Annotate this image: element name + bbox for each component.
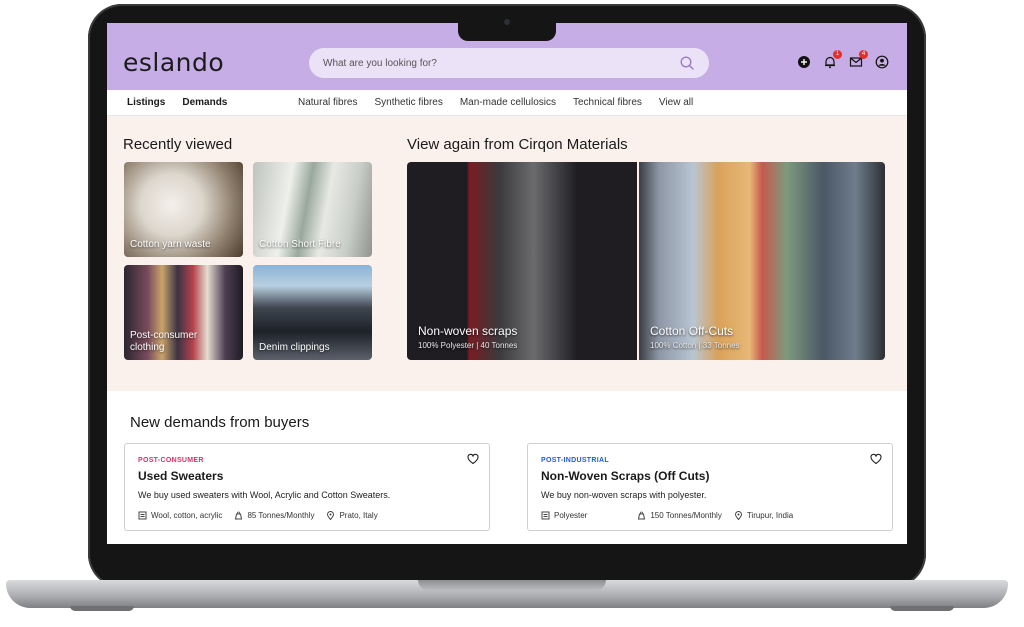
weight-icon — [235, 511, 243, 520]
favorite-heart-icon[interactable] — [870, 453, 882, 465]
demand-material: Wool, cotton, acrylic — [138, 511, 222, 520]
recent-item-label: Cotton yarn waste — [130, 239, 211, 250]
demand-location-value: Prato, Italy — [339, 511, 378, 520]
demand-category-tag: POST-INDUSTRIAL — [541, 457, 609, 464]
laptop-screen: eslando What are you looking for? 1 4 Li… — [107, 23, 907, 544]
camera-notch — [458, 23, 556, 41]
weight-icon — [638, 511, 646, 520]
view-again-item-label: Cotton Off-Cuts — [650, 324, 734, 338]
demand-quantity: 150 Tonnes/Monthly — [637, 511, 722, 520]
recent-item-denim-clippings[interactable]: Denim clippings — [253, 265, 372, 360]
notifications-button[interactable]: 1 — [823, 50, 842, 69]
demand-title: Used Sweaters — [138, 469, 224, 483]
laptop-foot-right — [890, 606, 954, 611]
user-account-icon[interactable] — [875, 55, 889, 69]
nav-categories: Natural fibres Synthetic fibres Man-made… — [298, 97, 693, 108]
search-icon[interactable] — [679, 55, 695, 71]
demand-material-value: Polyester — [554, 511, 588, 520]
view-again-item-details: 100% Polyester | 40 Tonnes — [418, 341, 518, 350]
notifications-badge: 1 — [833, 50, 842, 59]
search-input[interactable]: What are you looking for? — [323, 58, 679, 69]
header-actions: 1 4 — [797, 50, 889, 69]
view-again-non-woven-scraps[interactable]: Non-woven scraps 100% Polyester | 40 Ton… — [407, 162, 637, 360]
demands-title: New demands from buyers — [130, 414, 310, 431]
recent-section: Recently viewed View again from Cirqon M… — [107, 116, 907, 391]
recent-item-post-consumer-clothing[interactable]: Post-consumer clothing — [124, 265, 243, 360]
recent-item-label: Cotton Short Fibre — [259, 239, 341, 250]
nav-demands[interactable]: Demands — [182, 97, 227, 108]
material-icon — [541, 511, 550, 520]
recent-item-cotton-short-fibre[interactable]: Cotton Short Fibre — [253, 162, 372, 257]
demand-description: We buy non-woven scraps with polyester. — [541, 490, 707, 500]
laptop-base-notch — [418, 580, 606, 590]
demand-quantity: 85 Tonnes/Monthly — [234, 511, 314, 520]
messages-badge: 4 — [859, 50, 868, 59]
demand-quantity-value: 85 Tonnes/Monthly — [247, 511, 315, 520]
recent-item-label: Post-consumer clothing — [130, 330, 198, 353]
demand-material-value: Wool, cotton, acrylic — [151, 511, 223, 520]
nav-man-made-cellulosics[interactable]: Man-made cellulosics — [460, 97, 556, 108]
location-pin-icon — [327, 511, 335, 520]
demand-location-value: Tirupur, India — [746, 511, 794, 520]
demand-category-tag: POST-CONSUMER — [138, 457, 204, 464]
location-pin-icon — [734, 511, 742, 520]
demand-location: Prato, Italy — [326, 511, 378, 520]
demand-location: Tirupur, India — [734, 511, 793, 520]
view-again-title: View again from Cirqon Materials — [407, 136, 628, 153]
nav-synthetic-fibres[interactable]: Synthetic fibres — [374, 97, 442, 108]
demand-card-non-woven-scraps[interactable]: POST-INDUSTRIAL Non-Woven Scraps (Off Cu… — [527, 443, 893, 531]
favorite-heart-icon[interactable] — [467, 453, 479, 465]
recent-item-cotton-yarn-waste[interactable]: Cotton yarn waste — [124, 162, 243, 257]
laptop-foot-left — [70, 606, 134, 611]
view-again-item-details: 100% Cotton | 33 Tonnes — [650, 341, 740, 350]
site-logo[interactable]: eslando — [123, 48, 224, 77]
demand-meta: Polyester 150 Tonnes/Monthly Tirupur, In… — [541, 511, 793, 520]
demand-quantity-value: 150 Tonnes/Monthly — [650, 511, 722, 520]
main-nav: Listings Demands Natural fibres Syntheti… — [107, 90, 907, 116]
material-icon — [138, 511, 147, 520]
demand-material: Polyester — [541, 511, 587, 520]
nav-primary: Listings Demands — [127, 97, 227, 108]
search-bar[interactable]: What are you looking for? — [309, 48, 709, 78]
nav-listings[interactable]: Listings — [127, 97, 165, 108]
camera-lens — [504, 19, 510, 25]
demand-card-used-sweaters[interactable]: POST-CONSUMER Used Sweaters We buy used … — [124, 443, 490, 531]
recent-item-label: Denim clippings — [259, 342, 330, 353]
add-circle-icon[interactable] — [797, 55, 811, 69]
demand-meta: Wool, cotton, acrylic 85 Tonnes/Monthly … — [138, 511, 378, 520]
nav-technical-fibres[interactable]: Technical fibres — [573, 97, 642, 108]
view-again-cotton-off-cuts[interactable]: Cotton Off-Cuts 100% Cotton | 33 Tonnes — [639, 162, 885, 360]
demand-title: Non-Woven Scraps (Off Cuts) — [541, 469, 710, 483]
nav-view-all[interactable]: View all — [659, 97, 693, 108]
recently-viewed-title: Recently viewed — [123, 136, 233, 153]
demand-description: We buy used sweaters with Wool, Acrylic … — [138, 490, 391, 500]
view-again-item-label: Non-woven scraps — [418, 324, 518, 338]
messages-button[interactable]: 4 — [849, 50, 868, 69]
nav-natural-fibres[interactable]: Natural fibres — [298, 97, 357, 108]
